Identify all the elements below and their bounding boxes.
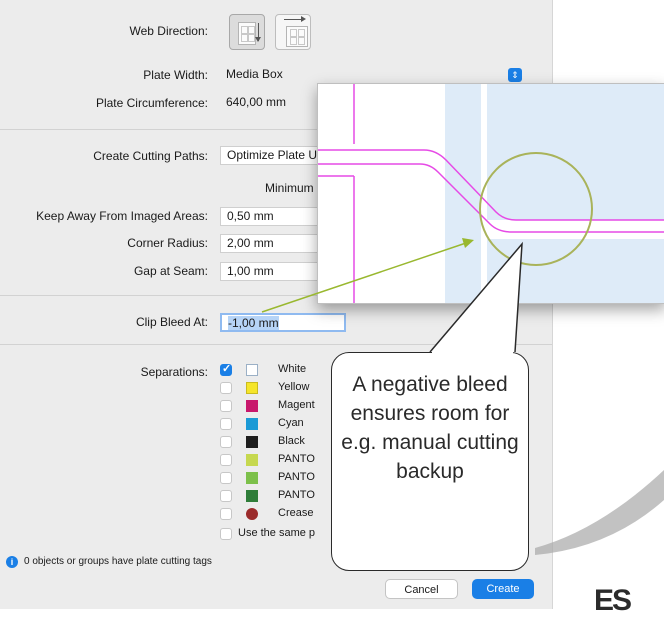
logo-text: ES	[594, 584, 632, 617]
brand-swoosh	[535, 470, 664, 555]
